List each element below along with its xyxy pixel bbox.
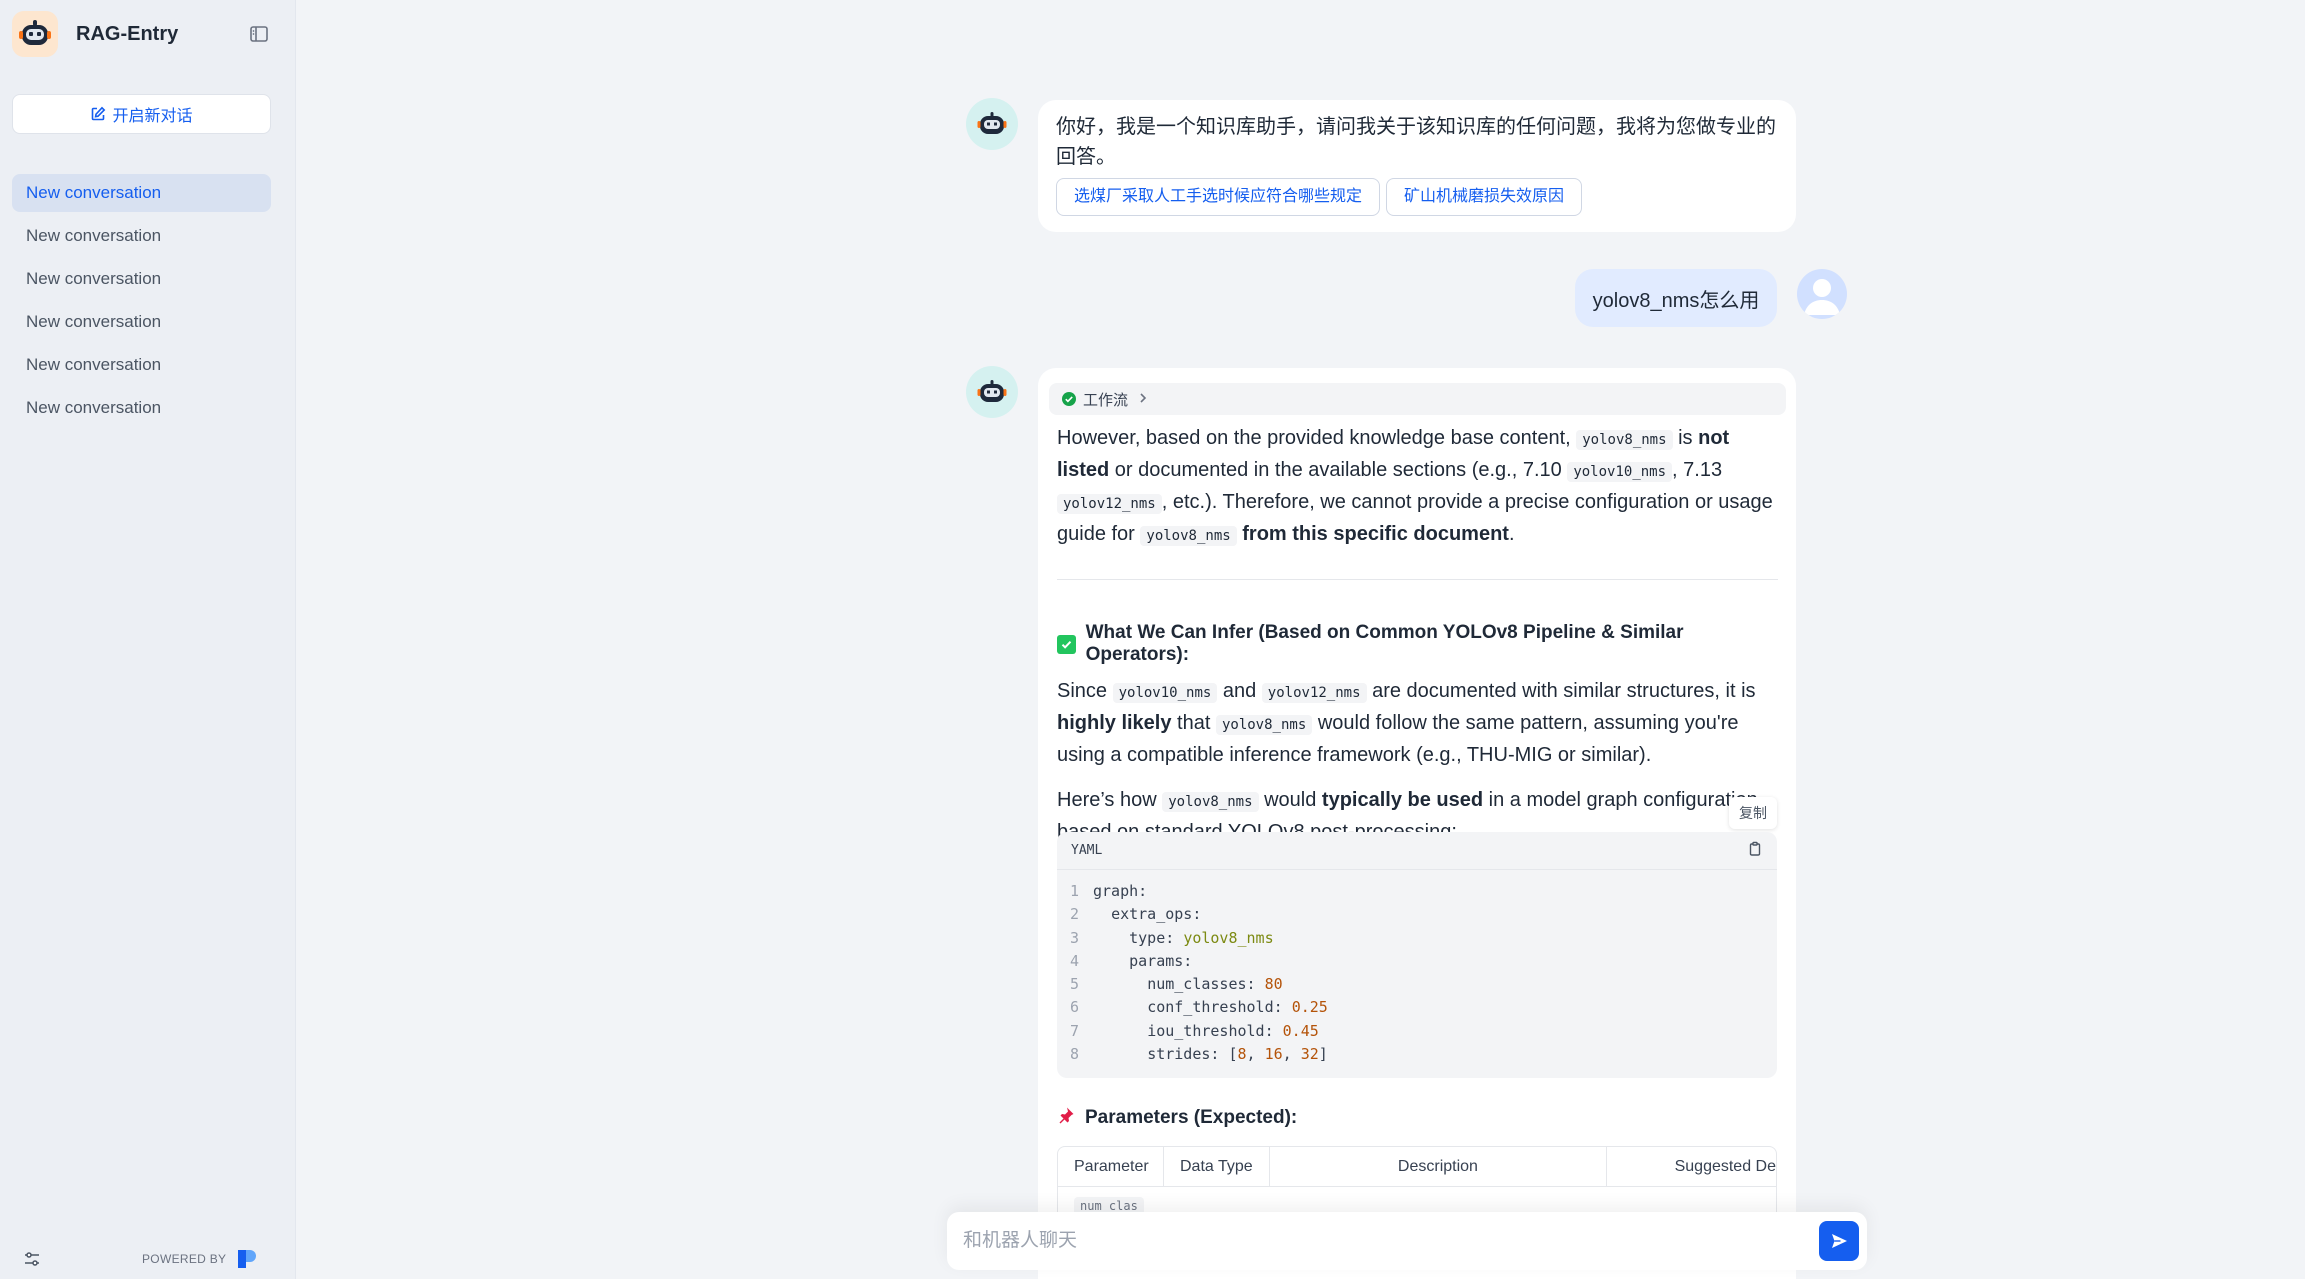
chevron-right-icon <box>1138 391 1148 408</box>
code-line: 6 conf_threshold: 0.25 <box>1057 996 1777 1019</box>
code-line: 3 type: yolov8_nms <box>1057 927 1777 950</box>
suggested-questions: 选煤厂采取人工手选时候应符合哪些规定 矿山机械磨损失效原因 <box>1056 178 1778 216</box>
divider <box>1057 579 1778 580</box>
answer-paragraph: However, based on the provided knowledge… <box>1057 427 1773 546</box>
inline-code: yolov8_nms <box>1576 430 1673 450</box>
bot-avatar <box>966 98 1018 150</box>
conversation-item[interactable]: New conversation <box>12 174 271 212</box>
inline-code: yolov8_nms <box>1162 792 1259 812</box>
conversation-item[interactable]: New conversation <box>12 260 271 298</box>
chat-input-bar <box>947 1212 1867 1270</box>
chat-input[interactable] <box>947 1230 1819 1252</box>
send-icon <box>1832 1234 1847 1248</box>
greeting-text: 你好，我是一个知识库助手，请问我关于该知识库的任何问题，我将为您做专业的回答。 <box>1056 116 1776 168</box>
bot-avatar <box>966 366 1018 418</box>
brand-logo-icon <box>236 1248 258 1270</box>
edit-icon <box>92 106 106 121</box>
parameters-table: Parameter Data Type Description Suggeste… <box>1057 1146 1777 1212</box>
greeting-message: 你好，我是一个知识库助手，请问我关于该知识库的任何问题，我将为您做专业的回答。 … <box>1038 100 1796 232</box>
send-button[interactable] <box>1819 1221 1859 1261</box>
suggested-question-button[interactable]: 矿山机械磨损失效原因 <box>1386 178 1583 216</box>
app-title: RAG-Entry <box>76 22 179 45</box>
code-content: 1 graph: 2 extra_ops: 3 type: yolov8_nms 4 p… <box>1057 870 1777 1066</box>
conversation-item[interactable]: New conversation <box>12 389 271 427</box>
line-number: 3 <box>1069 928 1079 947</box>
new-chat-button[interactable]: 开启新对话 <box>12 94 271 134</box>
code-line: 7 iou_threshold: 0.45 <box>1057 1020 1777 1043</box>
code-block-header: YAML <box>1057 832 1777 870</box>
settings-sliders-icon[interactable] <box>22 1249 42 1269</box>
code-line: 4 params: <box>1057 950 1777 973</box>
code-line: 2 extra_ops: <box>1057 903 1777 926</box>
table-header-cell: Description <box>1270 1147 1608 1186</box>
table-cell: num_clas <box>1074 1197 1144 1212</box>
line-number: 5 <box>1069 975 1079 994</box>
copy-tooltip: 复制 <box>1729 797 1777 829</box>
powered-by-text: POWERED BY <box>142 1252 227 1266</box>
sidebar-footer: POWERED BY <box>22 1245 283 1273</box>
conversation-item[interactable]: New conversation <box>12 303 271 341</box>
sidebar-toggle-icon[interactable] <box>249 24 269 44</box>
copy-icon[interactable] <box>1747 841 1763 861</box>
conversation-item[interactable]: New conversation <box>12 217 271 255</box>
section-heading: Parameters (Expected): <box>1057 1106 1297 1129</box>
code-line: 5 num_classes: 80 <box>1057 973 1777 996</box>
line-number: 2 <box>1069 905 1079 924</box>
code-language: YAML <box>1071 843 1103 858</box>
inline-code: yolov8_nms <box>1215 715 1313 735</box>
section-heading: What We Can Infer (Based on Common YOLOv… <box>1057 622 1778 666</box>
workflow-label: 工作流 <box>1083 391 1129 409</box>
suggested-question-button[interactable]: 选煤厂采取人工手选时候应符合哪些规定 <box>1056 178 1381 216</box>
line-number: 6 <box>1069 998 1079 1017</box>
answer-message: 工作流 However, based on the provided knowl… <box>1038 368 1796 1279</box>
app-logo-icon <box>12 11 58 57</box>
check-mark-icon <box>1057 634 1076 654</box>
line-number: 4 <box>1069 951 1079 970</box>
new-chat-label: 开启新对话 <box>112 108 193 125</box>
code-line: 1 graph: <box>1057 880 1777 903</box>
robot-icon <box>977 380 1007 402</box>
sidebar: RAG-Entry 开启新对话 New conversation New con… <box>0 0 296 1279</box>
user-icon <box>1804 279 1840 315</box>
table-header-cell: Data Type <box>1164 1147 1270 1186</box>
line-number: 8 <box>1069 1045 1079 1064</box>
table-header-row: Parameter Data Type Description Suggeste… <box>1058 1147 1776 1187</box>
inline-code: yolov10_nms <box>1112 683 1218 703</box>
inline-code: yolov12_nms <box>1057 494 1162 514</box>
line-number: 1 <box>1069 882 1079 900</box>
code-block: YAML 1 graph: 2 extra_ops: 3 type: yolov8_n… <box>1057 832 1777 1078</box>
table-header-cell: Suggested De <box>1674 1158 1776 1175</box>
user-avatar <box>1797 269 1847 319</box>
success-check-icon <box>1062 392 1076 406</box>
user-message: yolov8_nms怎么用 <box>1575 269 1777 327</box>
inline-code: yolov10_nms <box>1567 462 1673 482</box>
conversation-list: New conversation New conversation New co… <box>12 174 271 432</box>
pushpin-icon <box>1057 1106 1075 1129</box>
robot-icon <box>977 112 1007 134</box>
workflow-status[interactable]: 工作流 <box>1049 383 1786 415</box>
sidebar-header: RAG-Entry <box>12 11 279 57</box>
line-number: 7 <box>1069 1021 1079 1040</box>
answer-paragraph: Since yolov10_nms and yolov12_nms are do… <box>1057 680 1756 766</box>
table-header-cell: Parameter <box>1058 1147 1164 1186</box>
inline-code: yolov8_nms <box>1140 526 1237 546</box>
inline-code: yolov12_nms <box>1261 683 1367 703</box>
code-line: 8 strides: [8, 16, 32] <box>1057 1043 1777 1066</box>
conversation-item[interactable]: New conversation <box>12 346 271 384</box>
